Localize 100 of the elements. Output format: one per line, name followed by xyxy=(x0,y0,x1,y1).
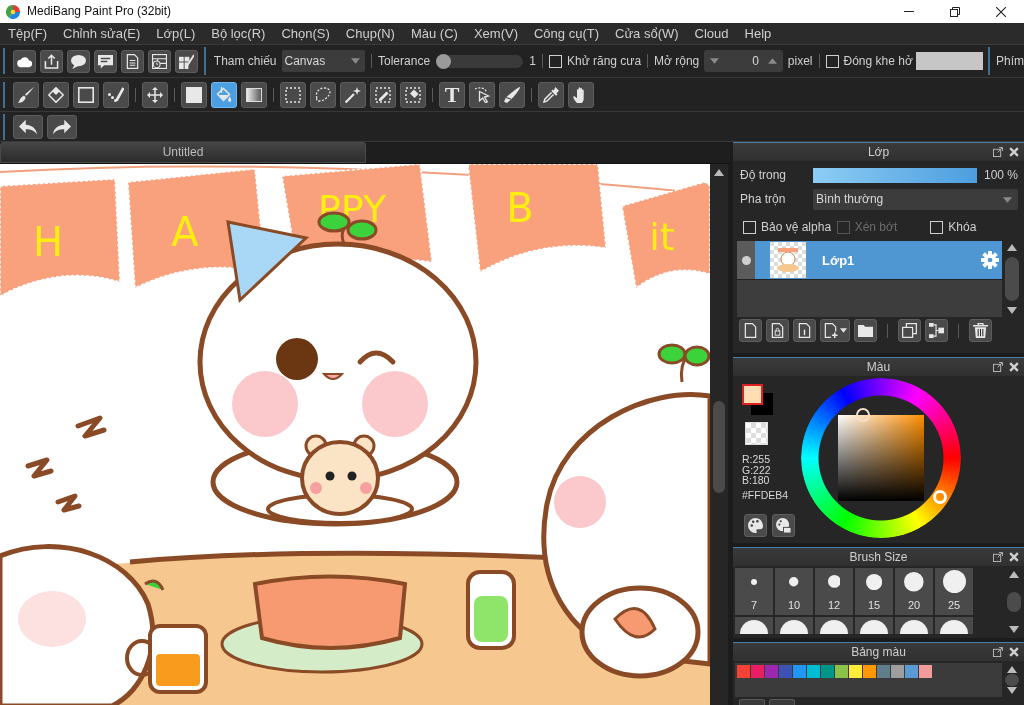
square-fill-icon[interactable] xyxy=(186,86,202,103)
brush-icon[interactable] xyxy=(18,86,34,103)
brush-size-cell[interactable]: 15 xyxy=(855,568,893,615)
selection-eraser-icon[interactable] xyxy=(405,86,421,103)
eraser-tool-button[interactable] xyxy=(43,81,69,108)
dot-line-icon[interactable] xyxy=(108,86,124,103)
scroll-down-icon[interactable] xyxy=(1007,307,1017,315)
menu-item[interactable]: Help xyxy=(736,23,780,44)
tolerance-slider[interactable] xyxy=(436,54,524,68)
brush-size-cell[interactable]: 25 xyxy=(935,568,973,615)
gradient-icon[interactable] xyxy=(246,86,262,103)
brush-size-cell[interactable] xyxy=(775,617,813,634)
hand-tool-button[interactable] xyxy=(568,81,594,108)
scrollbar-thumb[interactable] xyxy=(1005,257,1019,302)
brush-size-cell[interactable] xyxy=(735,617,773,634)
color-swatch[interactable] xyxy=(863,665,876,678)
hue-handle[interactable] xyxy=(932,490,947,504)
pointer-select-icon[interactable] xyxy=(474,86,490,103)
color-swatch[interactable] xyxy=(737,665,750,678)
color-swatch[interactable] xyxy=(919,665,932,678)
scroll-down-icon[interactable] xyxy=(1009,626,1019,633)
document-tab[interactable]: Untitled xyxy=(0,142,366,163)
brush-tool-button[interactable] xyxy=(13,81,39,108)
lasso-tool-button[interactable] xyxy=(310,81,336,108)
gradient-tool-button[interactable] xyxy=(241,81,267,108)
menu-item[interactable]: Bộ lọc(R) xyxy=(203,23,274,44)
scrollbar-thumb[interactable] xyxy=(713,401,725,493)
reference-select[interactable]: Canvas xyxy=(281,50,366,72)
pointer-select-tool-button[interactable] xyxy=(469,81,495,108)
slider-thumb[interactable] xyxy=(436,53,452,69)
magic-wand-icon[interactable] xyxy=(345,86,361,103)
color-swatch[interactable] xyxy=(835,665,848,678)
dot-line-tool-button[interactable] xyxy=(103,81,129,108)
brush-size-cell[interactable]: 20 xyxy=(895,568,933,615)
color-swatch[interactable] xyxy=(905,665,918,678)
menu-item[interactable]: Chọn(S) xyxy=(273,23,338,44)
foreground-color-swatch[interactable] xyxy=(742,384,763,405)
brush-size-cell[interactable]: 10 xyxy=(775,568,813,615)
magic-wand-tool-button[interactable] xyxy=(340,81,366,108)
paint-bucket-tool-button[interactable] xyxy=(211,81,237,108)
redo-arrow-icon[interactable] xyxy=(53,117,71,136)
menu-item[interactable]: Công cụ(T) xyxy=(525,23,607,44)
color-swatch[interactable] xyxy=(765,665,778,678)
color-swatch[interactable] xyxy=(751,665,764,678)
add-page-icon[interactable] xyxy=(823,323,838,339)
transparent-color-swatch[interactable] xyxy=(745,422,768,445)
gap-size-field[interactable] xyxy=(915,52,984,70)
blade-icon[interactable] xyxy=(504,86,520,103)
dashed-rectangle-tool-button[interactable] xyxy=(280,81,306,108)
brush-size-cell[interactable]: 12 xyxy=(815,568,853,615)
dashed-rectangle-icon[interactable] xyxy=(285,86,301,103)
square-outline-icon[interactable] xyxy=(78,86,94,103)
color-swatch[interactable] xyxy=(793,665,806,678)
visibility-dot-icon[interactable] xyxy=(741,255,751,265)
undock-icon[interactable] xyxy=(993,147,1003,157)
menu-item[interactable]: Cửa sổ(W) xyxy=(607,23,687,44)
color-swatch[interactable] xyxy=(877,665,890,678)
menu-item[interactable]: Cloud xyxy=(686,23,737,44)
move-arrows-tool-button[interactable] xyxy=(142,81,168,108)
brush-size-cell[interactable] xyxy=(815,617,853,634)
caret-icon[interactable] xyxy=(840,328,847,334)
menu-item[interactable]: Chỉnh sửa(E) xyxy=(55,23,149,44)
text-tool-button[interactable]: T xyxy=(439,81,465,108)
restore-icon[interactable] xyxy=(950,6,960,17)
shade-handle[interactable] xyxy=(856,408,871,422)
brush-size-cell[interactable]: 7 xyxy=(735,568,773,615)
undo-arrow-icon[interactable] xyxy=(19,117,37,136)
expand-field[interactable]: 0 xyxy=(704,50,783,72)
square-fill-tool-button[interactable] xyxy=(181,81,207,108)
eraser-icon[interactable] xyxy=(48,86,64,103)
undo-button[interactable] xyxy=(13,114,43,139)
color-swatch[interactable] xyxy=(807,665,820,678)
selection-pen-icon[interactable] xyxy=(375,86,391,103)
gear-icon[interactable] xyxy=(981,251,999,270)
eyedropper-tool-button[interactable] xyxy=(538,81,564,108)
spin-down-icon[interactable] xyxy=(710,58,720,64)
color-swatch[interactable] xyxy=(891,665,904,678)
background-color-swatch[interactable] xyxy=(751,393,773,415)
eyedropper-icon[interactable] xyxy=(543,86,559,103)
undock-icon[interactable] xyxy=(993,362,1003,372)
brush-size-cell[interactable] xyxy=(855,617,893,634)
undock-icon[interactable] xyxy=(993,647,1003,657)
blade-tool-button[interactable] xyxy=(499,81,525,108)
color-swatch[interactable] xyxy=(821,665,834,678)
selection-eraser-tool-button[interactable] xyxy=(400,81,426,108)
color-square[interactable] xyxy=(838,415,924,501)
menu-item[interactable]: Chụp(N) xyxy=(337,23,403,44)
canvas-scrollbar[interactable] xyxy=(710,164,728,705)
brush-size-cell[interactable] xyxy=(935,617,973,634)
color-swatch[interactable] xyxy=(779,665,792,678)
blend-mode-select[interactable]: Bình thường xyxy=(813,189,1018,210)
undock-icon[interactable] xyxy=(993,552,1003,562)
close-icon[interactable] xyxy=(996,6,1006,17)
scrollbar-thumb[interactable] xyxy=(1005,674,1019,686)
menu-item[interactable]: Màu (C) xyxy=(402,23,466,44)
redo-button[interactable] xyxy=(47,114,77,139)
menu-item[interactable]: Lớp(L) xyxy=(148,23,204,44)
scroll-up-icon[interactable] xyxy=(1009,571,1019,578)
scrollbar-thumb[interactable] xyxy=(1007,592,1021,612)
menu-item[interactable]: Tệp(F) xyxy=(0,23,55,44)
